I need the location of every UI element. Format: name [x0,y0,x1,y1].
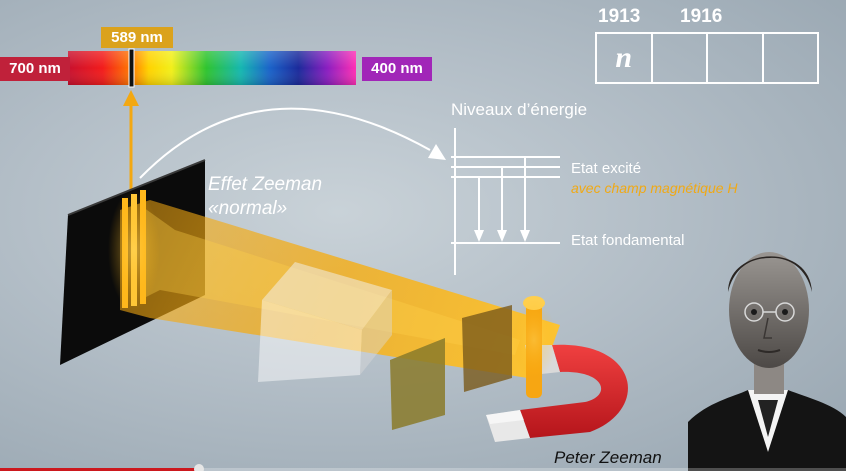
timeline-cell-4 [761,34,818,82]
year-1916: 1916 [680,6,723,27]
timeline-grid: n [595,32,819,84]
effect-title-line-2: «normal» [208,198,288,219]
sodium-line-marker [128,48,135,88]
excited-state-label: Etat excité [571,160,642,177]
effect-title: Effet Zeeman «normal» [208,173,322,221]
year-1913: 1913 [598,6,641,27]
arrow-up-icon [123,90,139,106]
label-700nm: 700 nm [0,57,70,81]
timeline-cell-1: n [597,34,651,82]
video-scrubber-handle[interactable] [193,464,204,471]
label-589nm: 589 nm [101,27,173,48]
timeline-cell-2 [650,34,707,82]
slit-plate-2 [462,305,512,392]
effect-title-line-1: Effet Zeeman [208,174,323,195]
ground-state-label: Etat fondamental [571,232,685,249]
zeeman-slide: 700 nm 400 nm 589 nm 1913 1916 n Niveaux… [0,0,846,471]
label-400nm: 400 nm [362,57,432,81]
portrait-icon [688,252,846,471]
magnetic-field-label: avec champ magnétique H [571,180,738,196]
energy-levels-title: Niveaux d’énergie [451,100,588,119]
curved-arrow-head-icon [428,144,446,160]
quantum-number-symbol: n [615,41,633,74]
timeline-cell-3 [706,34,762,82]
portrait-caption: Peter Zeeman [554,448,662,467]
energy-level-diagram [451,128,560,275]
portrait-photo [688,222,846,471]
